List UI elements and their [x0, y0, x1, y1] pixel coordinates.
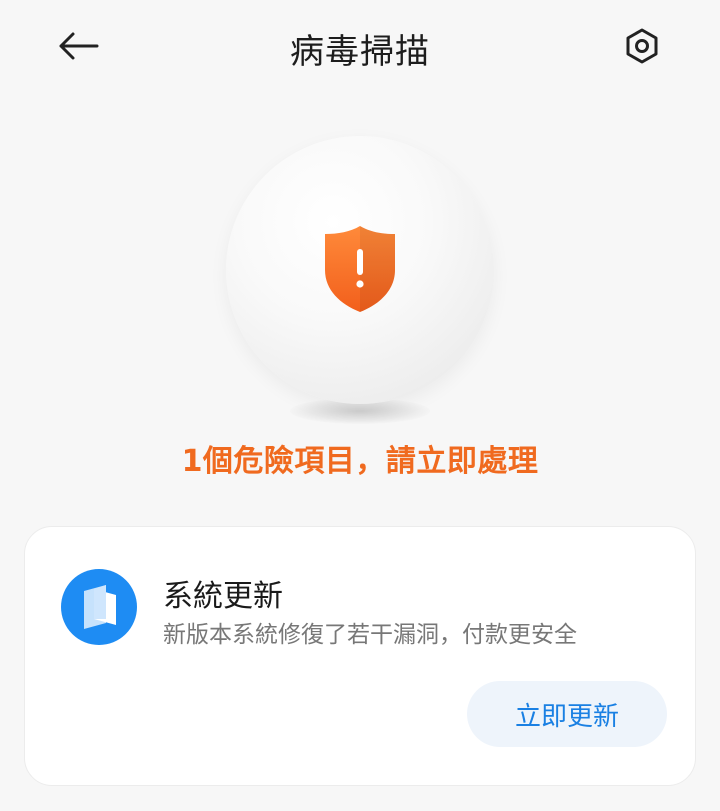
update-now-button[interactable]: 立即更新: [467, 681, 667, 747]
settings-hexagon-icon: [626, 28, 658, 64]
shield-warning-icon: [325, 226, 395, 312]
page-title: 病毒掃描: [290, 32, 430, 72]
threat-warning-text: 1個危險項目，請立即處理: [181, 444, 539, 479]
scan-status-orb: [226, 136, 494, 436]
card-title: 系統更新: [163, 579, 283, 614]
header: 病毒掃描: [0, 0, 720, 96]
virus-scan-screen: 病毒掃描 1個危險項目，請立即處理 系統更新 新版本系統修復了若干漏洞，付款更安…: [0, 0, 720, 811]
settings-button[interactable]: [614, 20, 670, 72]
system-update-card: 系統更新 新版本系統修復了若干漏洞，付款更安全 立即更新: [24, 526, 696, 786]
card-description: 新版本系統修復了若干漏洞，付款更安全: [163, 622, 577, 648]
system-update-icon: [61, 569, 137, 645]
